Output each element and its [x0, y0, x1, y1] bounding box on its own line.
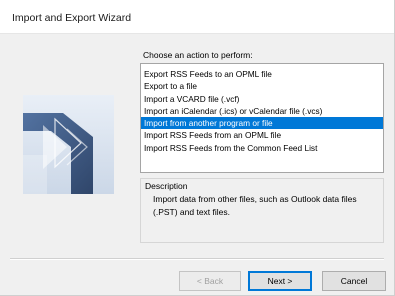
title-bar: Import and Export Wizard — [0, 0, 394, 34]
list-item[interactable]: Import a VCARD file (.vcf) — [141, 93, 383, 105]
list-item[interactable]: Import RSS Feeds from the Common Feed Li… — [141, 142, 383, 154]
window-title: Import and Export Wizard — [12, 12, 132, 24]
description-label: Description — [145, 181, 188, 191]
description-group: Description Import data from other files… — [140, 178, 384, 243]
cancel-button[interactable]: Cancel — [322, 271, 386, 291]
footer-separator — [10, 258, 384, 260]
list-item[interactable]: Export RSS Feeds to an OPML file — [141, 68, 383, 80]
next-button[interactable]: Next > — [248, 271, 312, 291]
description-text: Import data from other files, such as Ou… — [153, 194, 357, 217]
action-prompt: Choose an action to perform: — [143, 50, 253, 60]
list-item[interactable]: Export to a file — [141, 80, 383, 92]
list-item[interactable]: Import RSS Feeds from an OPML file — [141, 129, 383, 141]
import-export-arrows-illustration — [23, 95, 114, 194]
action-listbox[interactable]: Export RSS Feeds to an OPML file Export … — [140, 63, 384, 173]
import-export-wizard-window: Import and Export Wizard Choose an actio… — [0, 0, 395, 296]
list-item[interactable]: Import an iCalendar (.ics) or vCalendar … — [141, 105, 383, 117]
back-button[interactable]: < Back — [179, 271, 241, 291]
list-item-selected[interactable]: Import from another program or file — [141, 117, 383, 130]
